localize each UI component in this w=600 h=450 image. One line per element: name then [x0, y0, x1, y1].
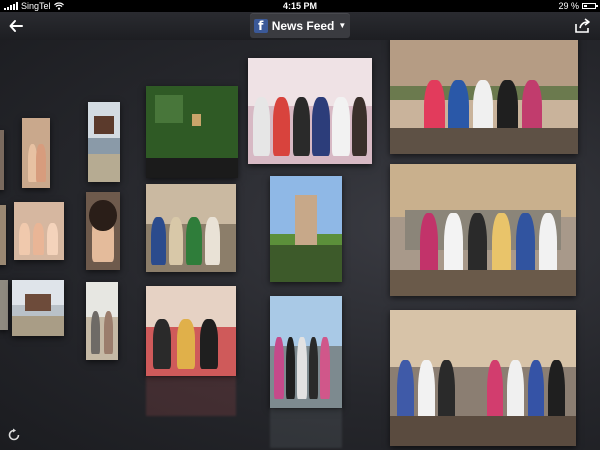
- feed-title: News Feed: [271, 18, 335, 33]
- refresh-icon[interactable]: [6, 428, 22, 444]
- photo-tile[interactable]: [86, 282, 118, 360]
- battery-icon: [582, 3, 598, 9]
- photo-tile[interactable]: [22, 118, 50, 188]
- photo-tile[interactable]: [390, 40, 578, 154]
- photo-tile[interactable]: [248, 58, 372, 164]
- photo-tile[interactable]: [270, 176, 342, 282]
- photo-tile[interactable]: [390, 164, 576, 296]
- photo-tile[interactable]: [146, 286, 236, 376]
- status-bar: SingTel 4:15 PM 29 %: [0, 0, 600, 12]
- facebook-logo-icon: f: [253, 18, 268, 33]
- photo-wall[interactable]: [0, 40, 600, 450]
- battery-level: [584, 5, 588, 7]
- status-right: 29 %: [558, 0, 598, 12]
- navigation-bar: f News Feed ▼: [0, 12, 600, 40]
- photo-tile[interactable]: [88, 102, 120, 182]
- photo-tile[interactable]: [14, 202, 64, 260]
- photo-tile[interactable]: [146, 184, 236, 272]
- status-time: 4:15 PM: [282, 1, 317, 11]
- photo-tile[interactable]: [146, 86, 238, 178]
- photo-tile[interactable]: [0, 280, 8, 330]
- photo-tile[interactable]: [0, 205, 6, 265]
- photo-tile[interactable]: [12, 280, 64, 336]
- back-arrow-icon[interactable]: [6, 16, 26, 36]
- photo-tile[interactable]: [390, 310, 576, 446]
- chevron-down-icon: ▼: [338, 21, 347, 30]
- share-icon[interactable]: [574, 16, 594, 36]
- photo-tile[interactable]: [86, 192, 120, 270]
- battery-percent: 29 %: [558, 1, 579, 11]
- feed-selector-button[interactable]: f News Feed ▼: [250, 13, 350, 38]
- photo-tile[interactable]: [0, 130, 4, 190]
- photo-tile[interactable]: [270, 296, 342, 408]
